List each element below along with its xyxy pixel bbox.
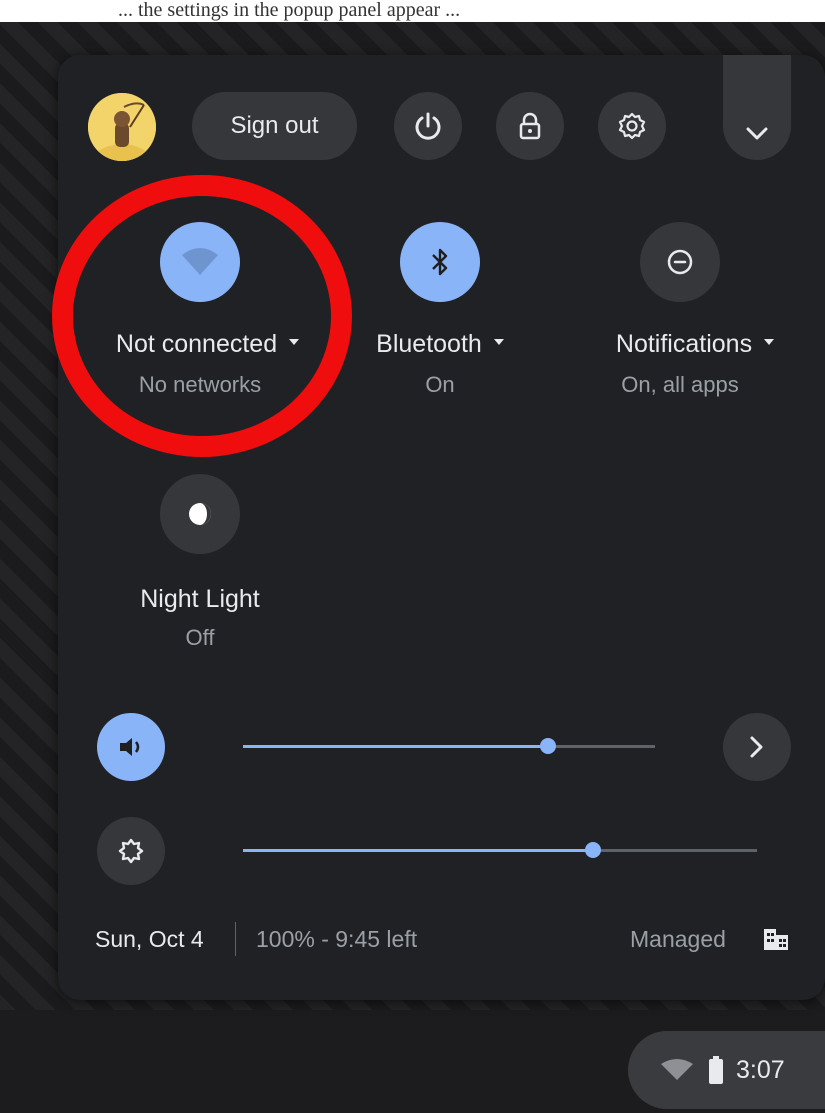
network-tile-sub: No networks xyxy=(138,372,262,397)
date-label[interactable]: Sun, Oct 4 xyxy=(95,926,204,953)
notifications-tile-sub: On, all apps xyxy=(621,372,739,397)
network-label-text: Not connected xyxy=(115,330,278,358)
network-toggle[interactable] xyxy=(160,222,240,302)
bluetooth-icon xyxy=(432,248,448,276)
lock-button[interactable] xyxy=(496,92,564,160)
settings-button[interactable] xyxy=(598,92,666,160)
collapse-button[interactable] xyxy=(723,55,791,160)
footer-divider xyxy=(235,922,236,956)
night-light-icon xyxy=(189,503,211,525)
caret-down-icon xyxy=(493,339,504,346)
system-tray[interactable]: 3:07 xyxy=(628,1031,825,1109)
brightness-slider-fill xyxy=(243,849,593,852)
caret-down-icon xyxy=(289,339,300,346)
caret-down-icon xyxy=(764,339,775,346)
chevron-down-icon xyxy=(746,127,768,140)
lock-icon xyxy=(519,112,541,140)
wifi-icon xyxy=(182,248,218,275)
clock-time: 3:07 xyxy=(736,1055,785,1084)
gear-icon xyxy=(618,112,646,140)
wifi-icon xyxy=(661,1059,693,1080)
notifications-tile-label[interactable]: Notifications xyxy=(595,330,795,359)
battery-status[interactable]: 100% - 9:45 left xyxy=(256,926,417,953)
speaker-icon xyxy=(120,738,140,756)
mute-button[interactable] xyxy=(97,713,165,781)
volume-slider-thumb[interactable] xyxy=(540,738,556,754)
bluetooth-label-text: Bluetooth xyxy=(376,330,482,358)
power-button[interactable] xyxy=(394,92,462,160)
user-avatar[interactable] xyxy=(88,93,156,161)
page-caption: ... the settings in the popup panel appe… xyxy=(0,0,825,22)
managed-label[interactable]: Managed xyxy=(630,926,726,953)
network-tile-label[interactable]: Not connected xyxy=(100,330,315,359)
chevron-right-icon xyxy=(750,736,763,758)
power-icon xyxy=(415,112,441,140)
brightness-icon-button xyxy=(97,817,165,885)
bluetooth-tile-sub: On xyxy=(425,372,455,397)
notifications-toggle[interactable] xyxy=(640,222,720,302)
battery-icon xyxy=(709,1056,723,1084)
building-icon[interactable] xyxy=(762,926,790,952)
sign-out-button[interactable]: Sign out xyxy=(192,92,357,160)
notifications-label-text: Notifications xyxy=(615,330,753,358)
do-not-disturb-icon xyxy=(667,249,693,275)
bluetooth-tile-label[interactable]: Bluetooth xyxy=(345,330,535,359)
volume-slider-fill xyxy=(243,745,548,748)
night-light-toggle[interactable] xyxy=(160,474,240,554)
night-light-tile-sub: Off xyxy=(185,625,215,650)
brightness-icon xyxy=(118,838,144,864)
audio-settings-button[interactable] xyxy=(723,713,791,781)
brightness-slider-thumb[interactable] xyxy=(585,842,601,858)
avatar-image xyxy=(88,93,156,161)
night-light-tile-label[interactable]: Night Light xyxy=(100,585,300,614)
bluetooth-toggle[interactable] xyxy=(400,222,480,302)
